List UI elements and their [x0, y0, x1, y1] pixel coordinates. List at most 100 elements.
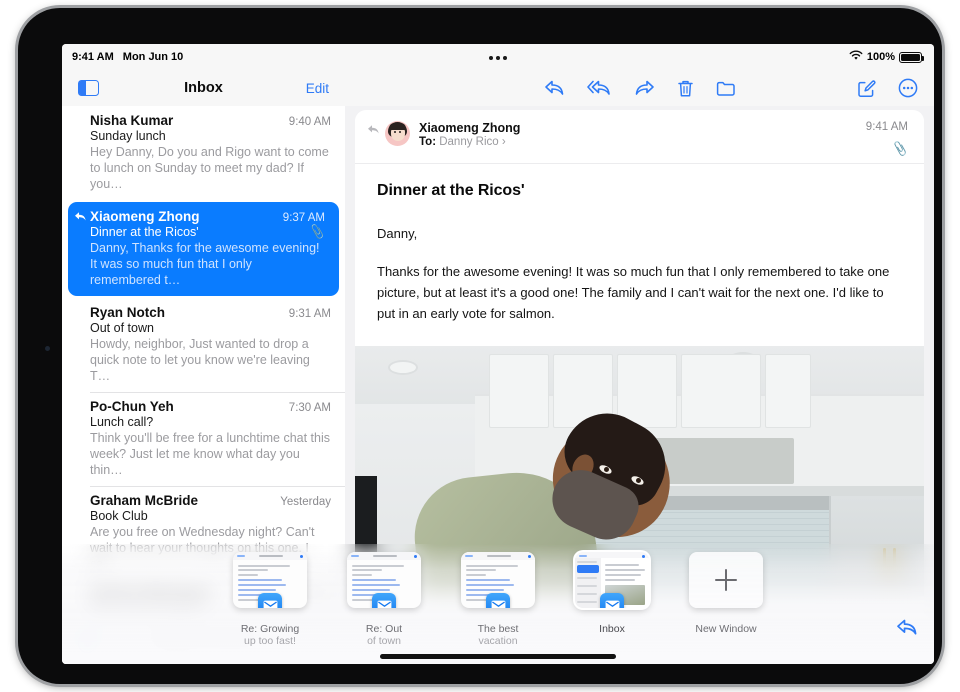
mail-row-sender: Po-Chun Yeh: [90, 399, 174, 414]
paperclip-icon: 📎: [891, 140, 909, 158]
mail-row-time: 9:31 AM: [288, 308, 331, 320]
reply-arrow-icon: [367, 124, 380, 138]
window-thumbnail[interactable]: Re: Growing up too fast!: [228, 552, 312, 647]
status-bar-center: [62, 51, 934, 63]
mail-row-top: Graham McBride Yesterday: [90, 493, 331, 508]
sender-block: Xiaomeng Zhong To: Danny Rico ›: [419, 121, 866, 148]
sidebar-toggle-icon[interactable]: [78, 80, 99, 96]
window-preview[interactable]: [575, 552, 649, 608]
window-label-line2: vacation: [478, 635, 518, 647]
ipad-device-frame: 9:41 AM Mon Jun 10 100% Inbox Edit Nisha…: [18, 8, 942, 684]
toolbar-right-actions: [857, 78, 918, 98]
ipad-screen: 9:41 AM Mon Jun 10 100% Inbox Edit Nisha…: [62, 44, 934, 664]
mail-row-time: 7:30 AM: [288, 402, 331, 414]
mail-row-top: Nisha Kumar 9:40 AM: [90, 113, 331, 128]
window-label-line1: Re: Growing: [240, 623, 300, 635]
more-options-button[interactable]: [898, 78, 918, 98]
mail-envelope-icon: [372, 593, 396, 608]
mail-row[interactable]: Po-Chun Yeh 7:30 AM Lunch call? Think you'l…: [62, 392, 345, 486]
to-label: To:: [419, 136, 437, 148]
window-label: New Window: [695, 623, 756, 635]
reply-button[interactable]: [544, 79, 565, 97]
mail-row-sender: Nisha Kumar: [90, 113, 174, 128]
window-switcher[interactable]: Re: Growing up too fast! Re: Out of town The…: [62, 544, 934, 664]
recipient-name: Danny Rico: [439, 136, 499, 148]
window-preview[interactable]: [233, 552, 307, 608]
mail-row-preview: Think you'll be free for a lunchtime cha…: [90, 431, 331, 477]
front-camera-icon: [45, 346, 50, 351]
mail-row-subject-line: Lunch call?: [90, 415, 331, 429]
new-window-button[interactable]: New Window: [684, 552, 768, 635]
window-label: Re: Out of town: [366, 623, 402, 647]
mail-row[interactable]: Ryan Notch 9:31 AM Out of town Howdy, neigh…: [62, 298, 345, 392]
mail-row-subject-line: Dinner at the Ricos' 📎: [90, 223, 327, 241]
delete-button[interactable]: [677, 79, 694, 98]
mail-row-subject-line: Book Club: [90, 509, 331, 523]
window-label-line2: of town: [367, 635, 401, 647]
mail-row-subject: Out of town: [90, 321, 154, 335]
message-header: Xiaomeng Zhong To: Danny Rico › 9:41 AM …: [355, 110, 924, 164]
mail-row-time: Yesterday: [280, 496, 331, 508]
mailbox-title: Inbox: [184, 80, 223, 96]
message-text: Thanks for the awesome evening! It was s…: [377, 264, 890, 321]
compose-button[interactable]: [857, 79, 876, 98]
window-label-line1: The best: [477, 623, 519, 635]
multitask-handle-icon[interactable]: [489, 56, 507, 60]
mail-row-subject-line: Out of town: [90, 321, 331, 335]
toolbar-main-actions: [345, 79, 934, 98]
message-subject: Dinner at the Ricos': [377, 182, 525, 199]
message-greeting: Danny,: [377, 226, 418, 241]
reply-all-button[interactable]: [586, 79, 612, 97]
avatar: [385, 121, 410, 146]
status-bar: 9:41 AM Mon Jun 10 100%: [62, 44, 934, 70]
reply-arrow-icon: [74, 211, 87, 224]
reply-button-bottom[interactable]: [896, 618, 918, 642]
message-recipient[interactable]: To: Danny Rico ›: [419, 136, 866, 148]
move-to-folder-button[interactable]: [716, 80, 736, 97]
window-preview[interactable]: [689, 552, 763, 608]
mail-envelope-icon: [600, 593, 624, 608]
mail-row-top: Ryan Notch 9:31 AM: [90, 305, 331, 320]
mail-row-top: Xiaomeng Zhong 9:37 AM: [90, 209, 325, 224]
window-label-line1: Inbox: [599, 623, 625, 635]
message-toolbar: [345, 70, 934, 106]
mail-row-preview: Danny, Thanks for the awesome evening! I…: [90, 241, 320, 287]
mail-row-subject: Book Club: [90, 509, 148, 523]
mail-row-top: Po-Chun Yeh 7:30 AM: [90, 399, 331, 414]
window-preview[interactable]: [347, 552, 421, 608]
edit-button[interactable]: Edit: [306, 81, 329, 96]
message-body: Dinner at the Ricos' Danny, Thanks for t…: [355, 164, 924, 324]
mail-row-sender: Graham McBride: [90, 493, 199, 508]
plus-icon: [715, 569, 737, 591]
window-label-line1: Re: Out: [365, 623, 403, 635]
window-thumbnail[interactable]: The best vacation: [456, 552, 540, 647]
message-meta: 9:41 AM 📎: [866, 121, 909, 157]
mail-row-subject: Dinner at the Ricos': [90, 225, 199, 239]
mail-row-subject: Sunday lunch: [90, 129, 166, 143]
mail-row[interactable]: Nisha Kumar 9:40 AM Sunday lunch Hey Danny,…: [62, 106, 345, 200]
mail-envelope-icon: [258, 593, 282, 608]
battery-percent-label: 100%: [866, 51, 895, 63]
window-label-line1: New Window: [695, 623, 757, 635]
message-sender-name: Xiaomeng Zhong: [419, 121, 521, 135]
window-label: Inbox: [599, 623, 625, 635]
mail-row-time: 9:37 AM: [282, 212, 325, 224]
mail-row-subject-line: Sunday lunch: [90, 129, 331, 143]
window-label: Re: Growing up too fast!: [241, 623, 299, 647]
home-indicator: [380, 654, 616, 659]
mail-row-time: 9:40 AM: [288, 116, 331, 128]
window-thumbnail[interactable]: Inbox: [570, 552, 654, 635]
mail-row-subject: Lunch call?: [90, 415, 154, 429]
window-label: The best vacation: [478, 623, 519, 647]
window-preview[interactable]: [461, 552, 535, 608]
forward-button[interactable]: [634, 79, 655, 97]
paperclip-icon: 📎: [308, 223, 327, 241]
mail-envelope-icon: [486, 593, 510, 608]
battery-icon: [899, 51, 925, 63]
window-thumbnail[interactable]: Re: Out of town: [342, 552, 426, 647]
window-label-line2: up too fast!: [244, 635, 296, 647]
mail-row-sender: Ryan Notch: [90, 305, 166, 320]
mail-list-header: Inbox Edit: [62, 70, 345, 106]
mail-row[interactable]: Xiaomeng Zhong 9:37 AM Dinner at the Ricos…: [68, 202, 339, 296]
chevron-right-icon: ›: [501, 136, 506, 148]
